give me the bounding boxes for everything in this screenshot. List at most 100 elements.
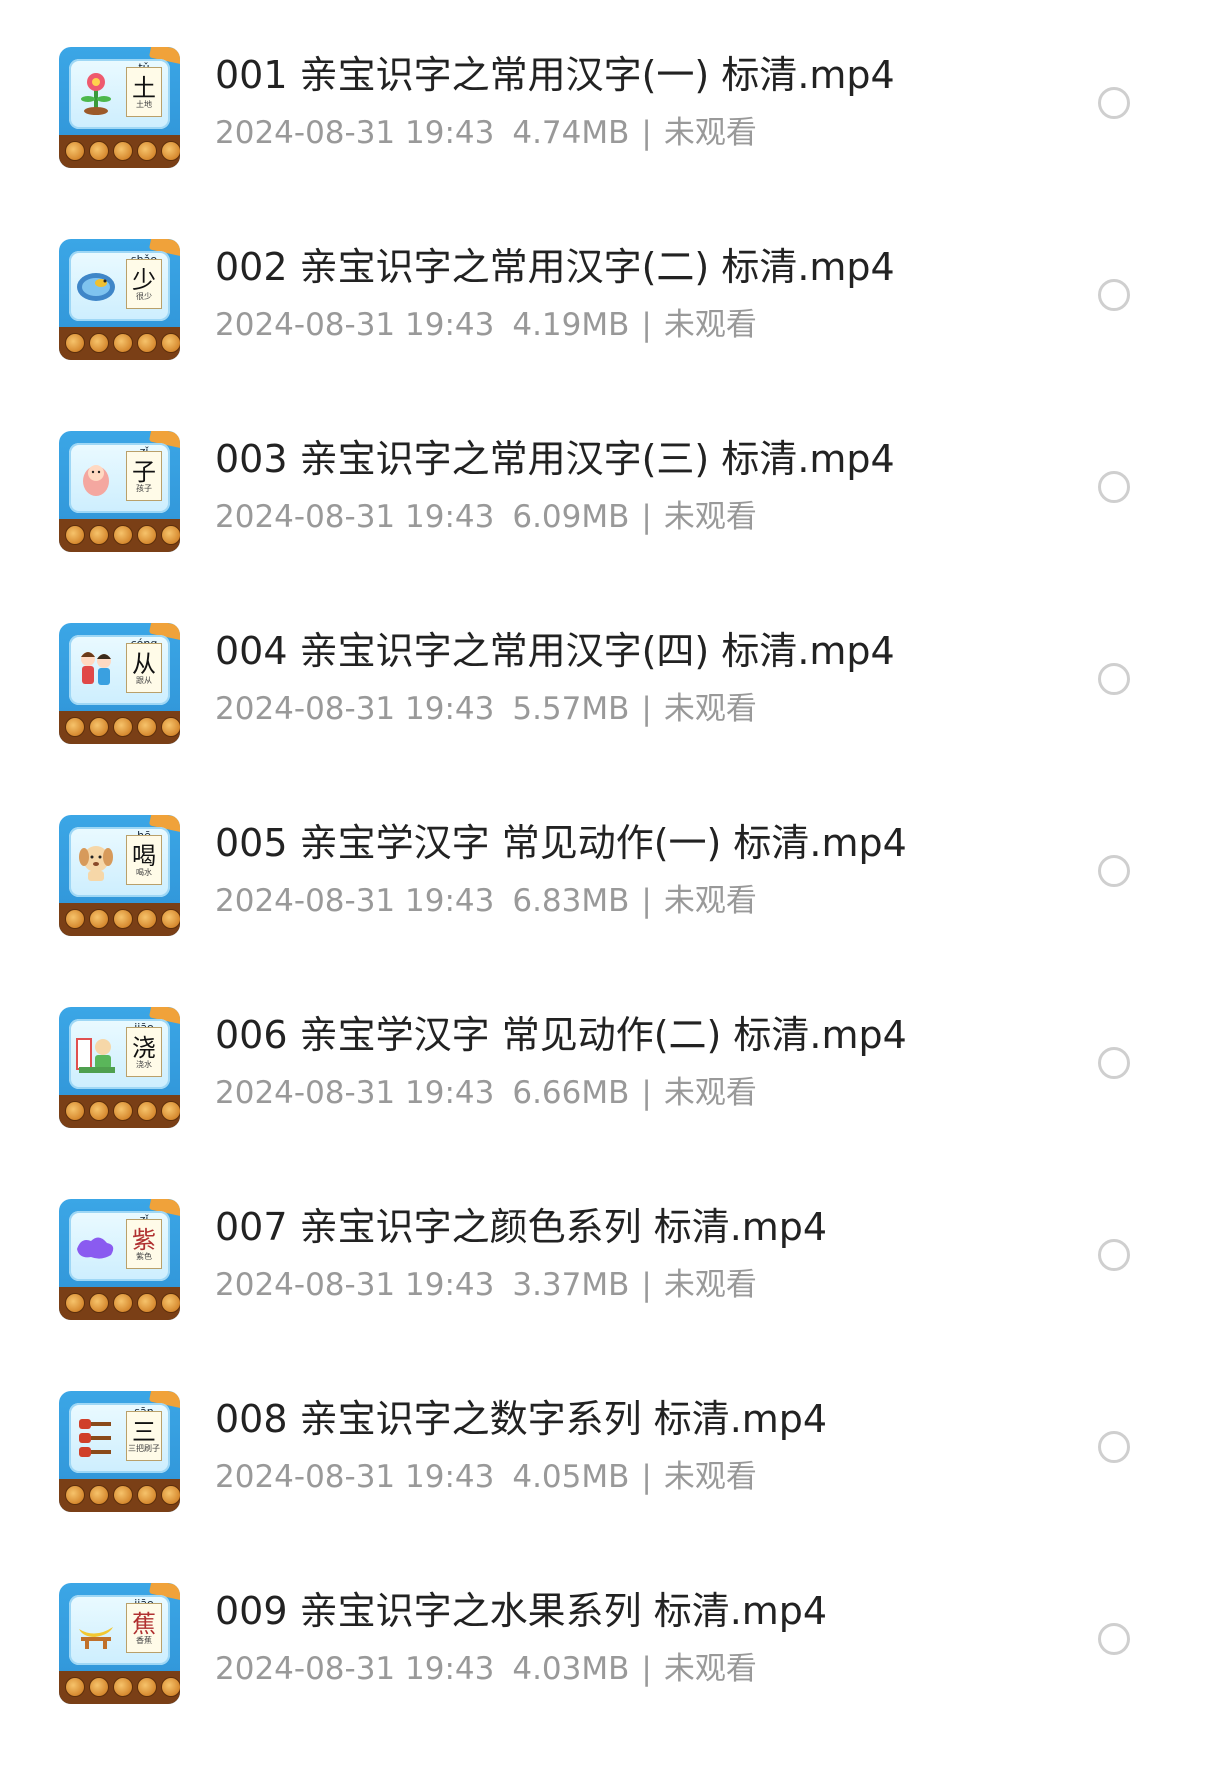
coin-icon [113, 1485, 133, 1505]
video-thumbnail[interactable]: shǎo 少 很少 [59, 239, 180, 360]
hanzi-word: 三把刷子 [128, 1444, 160, 1453]
coin-icon [89, 1293, 109, 1313]
file-date: 2024-08-31 19:43 [215, 883, 495, 919]
coin-icon [137, 909, 157, 929]
file-title[interactable]: 007 亲宝识字之颜色系列 标清.mp4 [215, 1205, 827, 1249]
file-date: 2024-08-31 19:43 [215, 1075, 495, 1111]
thumbnail-base [59, 327, 180, 360]
coin-icon [89, 1101, 109, 1121]
coin-icon [89, 1485, 109, 1505]
select-radio-button[interactable] [1098, 1431, 1130, 1463]
hanzi-card: 从 跟从 [126, 643, 162, 693]
coin-icon [89, 909, 109, 929]
file-title[interactable]: 003 亲宝识字之常用汉字(三) 标清.mp4 [215, 437, 895, 481]
coin-icon [65, 1101, 85, 1121]
select-radio-button[interactable] [1098, 471, 1130, 503]
coin-icon [137, 1485, 157, 1505]
coin-icon [161, 1485, 180, 1505]
thumbnail-base [59, 135, 180, 168]
hanzi-character: 蕉 [132, 1610, 156, 1638]
select-radio-button[interactable] [1098, 855, 1130, 887]
file-row[interactable]: jiāo 蕉 香蕉 009 亲宝识字之水果系列 标清.mp4 2024-08-3… [0, 1583, 1220, 1775]
file-row[interactable]: shǎo 少 很少 002 亲宝识字之常用汉字(二) 标清.mp4 2024-0… [0, 239, 1220, 431]
coin-icon [89, 333, 109, 353]
hanzi-card: 子 孩子 [126, 451, 162, 501]
file-title[interactable]: 004 亲宝识字之常用汉字(四) 标清.mp4 [215, 629, 895, 673]
select-radio-button[interactable] [1098, 1623, 1130, 1655]
select-radio-button[interactable] [1098, 1239, 1130, 1271]
file-size: 4.03MB [512, 1651, 630, 1687]
file-title[interactable]: 005 亲宝学汉字 常见动作(一) 标清.mp4 [215, 821, 907, 865]
coin-icon [113, 525, 133, 545]
video-thumbnail[interactable]: cóng 从 跟从 [59, 623, 180, 744]
file-row[interactable]: zǐ 子 孩子 003 亲宝识字之常用汉字(三) 标清.mp4 2024-08-… [0, 431, 1220, 623]
file-meta: 2024-08-31 19:43 4.19MB | 未观看 [215, 307, 757, 343]
coin-icon [137, 1677, 157, 1697]
coin-icon [161, 1101, 180, 1121]
banana-icon [79, 1627, 113, 1649]
hanzi-character: 紫 [132, 1226, 156, 1254]
file-date: 2024-08-31 19:43 [215, 499, 495, 535]
file-title[interactable]: 001 亲宝识字之常用汉字(一) 标清.mp4 [215, 53, 895, 97]
file-row[interactable]: sān 三 三把刷子 008 亲宝识字之数字系列 标清.mp4 2024-08-… [0, 1391, 1220, 1583]
file-title[interactable]: 006 亲宝学汉字 常见动作(二) 标清.mp4 [215, 1013, 907, 1057]
meta-separator: | [641, 499, 652, 535]
file-row[interactable]: cóng 从 跟从 004 亲宝识字之常用汉字(四) 标清.mp4 2024-0… [0, 623, 1220, 815]
hanzi-character: 喝 [132, 842, 156, 870]
coin-row [65, 1485, 180, 1505]
video-thumbnail[interactable]: hē 喝 喝水 [59, 815, 180, 936]
file-row[interactable]: zǐ 紫 紫色 007 亲宝识字之颜色系列 标清.mp4 2024-08-31 … [0, 1199, 1220, 1391]
coin-icon [65, 909, 85, 929]
file-meta: 2024-08-31 19:43 4.05MB | 未观看 [215, 1459, 757, 1495]
file-title[interactable]: 008 亲宝识字之数字系列 标清.mp4 [215, 1397, 827, 1441]
file-row[interactable]: tǔ 土 土地 001 亲宝识字之常用汉字(一) 标清.mp4 2024-08-… [0, 47, 1220, 239]
file-title[interactable]: 009 亲宝识字之水果系列 标清.mp4 [215, 1589, 827, 1633]
coin-icon [113, 1677, 133, 1697]
thumbnail-base [59, 711, 180, 744]
video-thumbnail[interactable]: zǐ 紫 紫色 [59, 1199, 180, 1320]
video-thumbnail[interactable]: sān 三 三把刷子 [59, 1391, 180, 1512]
file-row[interactable]: hē 喝 喝水 005 亲宝学汉字 常见动作(一) 标清.mp4 2024-08… [0, 815, 1220, 1007]
video-thumbnail[interactable]: tǔ 土 土地 [59, 47, 180, 168]
file-title[interactable]: 002 亲宝识字之常用汉字(二) 标清.mp4 [215, 245, 895, 289]
file-size: 5.57MB [512, 691, 630, 727]
hanzi-card: 土 土地 [126, 67, 162, 117]
coin-row [65, 141, 180, 161]
coin-icon [113, 1293, 133, 1313]
select-radio-button[interactable] [1098, 279, 1130, 311]
baby-icon [83, 465, 109, 496]
select-radio-button[interactable] [1098, 663, 1130, 695]
coin-icon [65, 717, 85, 737]
video-thumbnail[interactable]: zǐ 子 孩子 [59, 431, 180, 552]
file-meta: 2024-08-31 19:43 4.74MB | 未观看 [215, 115, 757, 151]
video-thumbnail[interactable]: jiāo 浇 浇水 [59, 1007, 180, 1128]
file-date: 2024-08-31 19:43 [215, 115, 495, 151]
file-size: 4.74MB [512, 115, 630, 151]
hanzi-character: 土 [132, 74, 156, 102]
coin-row [65, 1677, 180, 1697]
file-date: 2024-08-31 19:43 [215, 1267, 495, 1303]
watch-status: 未观看 [663, 1075, 757, 1111]
coin-icon [65, 333, 85, 353]
coin-icon [65, 525, 85, 545]
meta-separator: | [641, 1459, 652, 1495]
video-thumbnail[interactable]: jiāo 蕉 香蕉 [59, 1583, 180, 1704]
coin-icon [161, 717, 180, 737]
select-radio-button[interactable] [1098, 87, 1130, 119]
coin-icon [89, 525, 109, 545]
file-size: 6.09MB [512, 499, 630, 535]
file-row[interactable]: jiāo 浇 浇水 006 亲宝学汉字 常见动作(二) 标清.mp4 2024-… [0, 1007, 1220, 1199]
pond-icon [77, 273, 115, 301]
paint-icon [77, 1237, 114, 1259]
select-radio-button[interactable] [1098, 1047, 1130, 1079]
hanzi-card: 少 很少 [126, 259, 162, 309]
file-meta: 2024-08-31 19:43 6.66MB | 未观看 [215, 1075, 757, 1111]
meta-separator: | [641, 1075, 652, 1111]
hanzi-card: 浇 浇水 [126, 1027, 162, 1077]
file-meta: 2024-08-31 19:43 4.03MB | 未观看 [215, 1651, 757, 1687]
hanzi-character: 三 [132, 1418, 156, 1446]
coin-icon [137, 333, 157, 353]
thumbnail-base [59, 1671, 180, 1704]
thumbnail-base [59, 903, 180, 936]
file-meta: 2024-08-31 19:43 6.83MB | 未观看 [215, 883, 757, 919]
